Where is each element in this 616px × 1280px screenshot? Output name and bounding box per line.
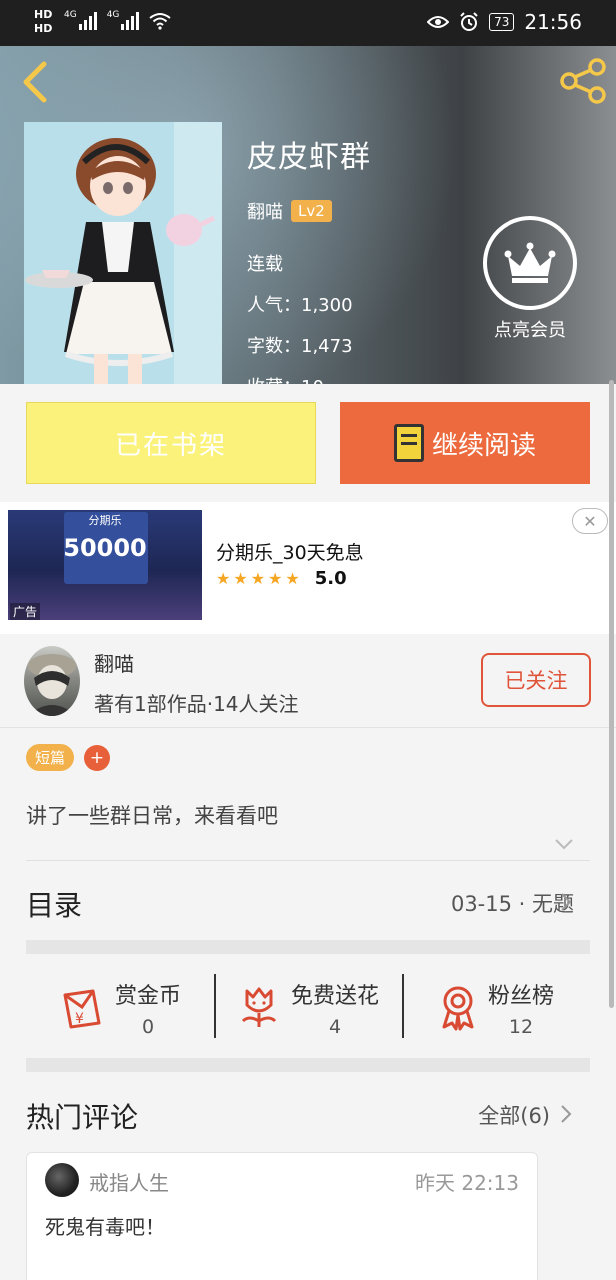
comment-text: 死鬼有毒吧！ bbox=[45, 1215, 165, 1239]
favorites: 收藏：10 bbox=[247, 367, 371, 384]
followed-button[interactable]: 已关注 bbox=[481, 653, 591, 707]
book-meta: 连载 人气：1,300 字数：1,473 收藏：10 bbox=[247, 244, 371, 384]
crown-icon bbox=[504, 242, 556, 283]
status-right: 73 21:56 bbox=[427, 10, 582, 34]
book-cover[interactable] bbox=[24, 122, 222, 384]
synopsis: 讲了一些群日常，来看看吧 bbox=[26, 804, 278, 828]
book-title: 皮皮虾群 bbox=[247, 140, 371, 175]
star-icon: ★ bbox=[250, 569, 266, 588]
author-row: 翻喵 Lv2 bbox=[247, 198, 371, 224]
ad-image[interactable]: 分期乐 50000 广告 bbox=[8, 510, 202, 620]
book-icon bbox=[393, 424, 424, 462]
fans-text: 粉丝榜 12 bbox=[488, 978, 554, 1038]
clock: 21:56 bbox=[524, 10, 582, 34]
chevron-down-icon[interactable] bbox=[554, 836, 574, 852]
level-badge: Lv2 bbox=[291, 200, 332, 222]
book-info: 皮皮虾群 翻喵 Lv2 连载 人气：1,300 字数：1,473 收藏：10 bbox=[247, 132, 371, 384]
popularity: 人气：1,300 bbox=[247, 295, 353, 316]
fans-value: 12 bbox=[508, 1016, 534, 1038]
cover-illustration bbox=[24, 122, 222, 384]
latest-chapter[interactable]: 03-15 · 无题 bbox=[451, 888, 574, 918]
author-name[interactable]: 翻喵 bbox=[94, 648, 134, 677]
signal-group: 4G 4G bbox=[64, 10, 172, 30]
fan-ranking[interactable]: 粉丝榜 12 bbox=[402, 956, 590, 1060]
crown-circle bbox=[483, 216, 577, 310]
ad-title[interactable]: 分期乐_30天免息 bbox=[216, 538, 364, 565]
chevron-right-icon[interactable] bbox=[560, 892, 572, 912]
word-count: 字数：1,473 bbox=[247, 336, 353, 357]
continue-reading-label: 继续阅读 bbox=[431, 430, 536, 461]
signal-bars-icon bbox=[78, 10, 97, 30]
hd-indicators: HD HD bbox=[34, 8, 52, 36]
ad-image-amount: 50000 bbox=[63, 534, 147, 562]
book-status: 连载 bbox=[247, 254, 283, 275]
wifi-icon bbox=[149, 13, 172, 30]
signal-1: 4G bbox=[64, 10, 97, 30]
reward-text: 赏金币 0 bbox=[115, 978, 181, 1038]
vip-button[interactable]: 点亮会员 bbox=[483, 216, 577, 342]
reward-value: 0 bbox=[141, 1016, 155, 1038]
back-arrow-icon[interactable] bbox=[18, 60, 54, 104]
hd-label-2: HD bbox=[34, 22, 53, 35]
comment-time: 昨天 22:13 bbox=[415, 1171, 519, 1195]
book-header: 皮皮虾群 翻喵 Lv2 连载 人气：1,300 字数：1,473 收藏：10 点… bbox=[0, 46, 616, 384]
ad-rating: 5.0 bbox=[314, 568, 347, 589]
reward-coins[interactable]: ¥ 赏金币 0 bbox=[26, 956, 214, 1060]
comment-card[interactable]: 戒指人生 昨天 22:13 死鬼有毒吧！ bbox=[26, 1152, 538, 1280]
red-envelope-icon: ¥ bbox=[63, 989, 101, 1029]
commenter-name[interactable]: 戒指人生 bbox=[89, 1167, 169, 1196]
reward-label: 赏金币 bbox=[114, 984, 181, 1009]
ad-tag: 广告 bbox=[10, 603, 41, 620]
author-avatar[interactable] bbox=[24, 646, 80, 716]
vip-label: 点亮会员 bbox=[494, 320, 566, 341]
chevron-right-icon[interactable] bbox=[560, 1104, 572, 1124]
in-shelf-button[interactable]: 已在书架 bbox=[26, 402, 316, 484]
section-band bbox=[26, 940, 590, 954]
svg-text:¥: ¥ bbox=[75, 1011, 84, 1027]
share-icon[interactable] bbox=[558, 56, 608, 106]
signal-2: 4G bbox=[107, 10, 140, 30]
all-comments-link[interactable]: 全部(6) bbox=[478, 1100, 550, 1130]
flower-value: 4 bbox=[328, 1016, 342, 1038]
ad-rating-row: ★ ★ ★ ★ ★ 5.0 bbox=[216, 568, 347, 589]
signal-bars-icon bbox=[121, 10, 140, 30]
medal-icon bbox=[442, 986, 474, 1031]
commenter-avatar[interactable] bbox=[45, 1163, 79, 1197]
flower-label: 免费送花 bbox=[290, 984, 379, 1009]
author-section: 翻喵 著有1部作品·14人关注 已关注 bbox=[0, 634, 616, 728]
stats-row: ¥ 赏金币 0 免费送花 4 粉丝榜 12 bbox=[26, 956, 590, 1060]
ad-close-button[interactable]: ✕ bbox=[572, 508, 608, 534]
author-name-link[interactable]: 翻喵 bbox=[247, 198, 283, 224]
toc-title[interactable]: 目录 bbox=[26, 884, 82, 924]
continue-reading-button[interactable]: 继续阅读 bbox=[340, 402, 590, 484]
action-bar: 已在书架 继续阅读 bbox=[0, 384, 616, 502]
tag-list: 短篇 + bbox=[26, 744, 111, 771]
ad-image-brand: 分期乐 bbox=[88, 514, 122, 527]
status-bar: HD HD 4G 4G 73 21:56 bbox=[0, 0, 616, 46]
alarm-icon bbox=[460, 12, 478, 31]
star-icon: ★ bbox=[268, 569, 283, 588]
divider bbox=[26, 860, 590, 861]
eye-icon bbox=[427, 16, 450, 28]
hot-comments-title: 热门评论 bbox=[26, 1101, 139, 1134]
battery-indicator: 73 bbox=[489, 13, 515, 31]
network-type-1: 4G bbox=[64, 10, 77, 20]
close-icon: ✕ bbox=[583, 511, 597, 531]
star-icon: ★ bbox=[233, 569, 248, 588]
ad-banner[interactable]: 分期乐 50000 广告 分期乐_30天免息 ★ ★ ★ ★ ★ 5.0 ✕ bbox=[0, 502, 616, 634]
tag-short[interactable]: 短篇 bbox=[26, 744, 75, 771]
section-band bbox=[26, 1058, 590, 1072]
scrollbar[interactable] bbox=[609, 380, 614, 1008]
fans-label: 粉丝榜 bbox=[487, 984, 554, 1009]
author-description: 著有1部作品·14人关注 bbox=[94, 692, 299, 716]
flower-text: 免费送花 4 bbox=[291, 978, 379, 1038]
star-icon: ★ bbox=[216, 569, 231, 588]
star-icon: ★ bbox=[285, 569, 300, 588]
add-tag-button[interactable]: + bbox=[84, 744, 111, 771]
hd-label-1: HD bbox=[34, 8, 53, 21]
flower-icon bbox=[241, 987, 277, 1027]
free-flower[interactable]: 免费送花 4 bbox=[214, 956, 402, 1060]
avatar-illustration bbox=[28, 654, 76, 716]
network-type-2: 4G bbox=[106, 10, 120, 20]
